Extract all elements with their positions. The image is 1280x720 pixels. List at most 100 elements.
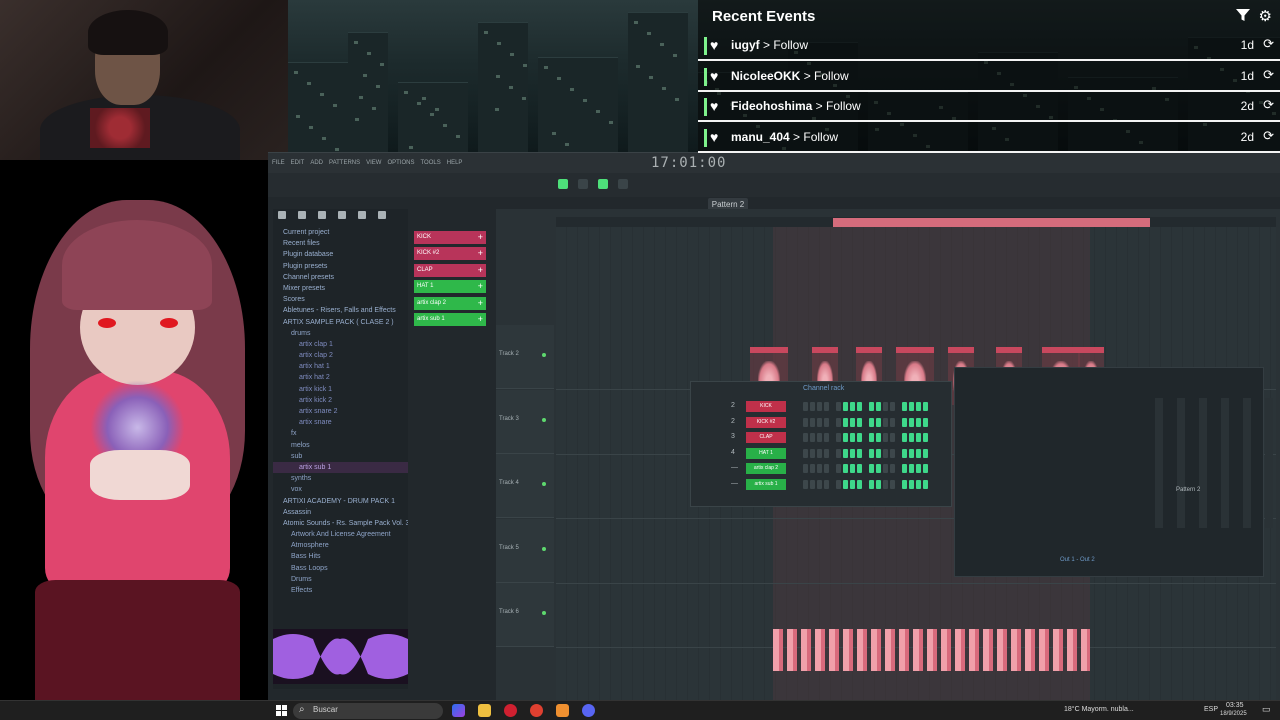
rack-channel-name[interactable]: HAT 1: [746, 447, 786, 459]
browser-item[interactable]: Atmosphere: [273, 540, 408, 551]
rack-row[interactable]: — artix sub 1: [691, 478, 953, 492]
browser-item[interactable]: Drums: [273, 574, 408, 585]
step-button[interactable]: [909, 480, 914, 489]
replay-icon[interactable]: ⟳: [1263, 128, 1274, 144]
browser-item[interactable]: artix hat 1: [273, 361, 408, 372]
step-button[interactable]: [803, 402, 808, 411]
browser-tab-icon[interactable]: [358, 211, 366, 219]
step-button[interactable]: [890, 417, 895, 427]
step-button[interactable]: [876, 402, 881, 411]
channel-button[interactable]: CLAP +: [414, 263, 486, 277]
rack-channel-name[interactable]: artix sub 1: [746, 479, 786, 490]
mixer-track-number[interactable]: 2: [731, 402, 735, 409]
step-button[interactable]: [803, 417, 808, 427]
browser-item[interactable]: Effects: [273, 585, 408, 596]
step-button[interactable]: [902, 448, 907, 458]
fl-studio-icon[interactable]: [556, 704, 569, 717]
browser-item[interactable]: artix kick 1: [273, 384, 408, 395]
audio-clip[interactable]: [773, 629, 1090, 671]
step-button[interactable]: [923, 448, 928, 458]
browser-item[interactable]: Bass Hits: [273, 551, 408, 562]
step-button[interactable]: [810, 464, 815, 474]
browser-item[interactable]: Current project: [273, 227, 408, 238]
search-box[interactable]: ⌕ Buscar: [293, 703, 443, 719]
step-button[interactable]: [803, 448, 808, 458]
track-enable-icon[interactable]: [542, 353, 546, 357]
step-button[interactable]: [909, 433, 914, 443]
browser-tab-icon[interactable]: [318, 211, 326, 219]
add-icon[interactable]: +: [478, 264, 483, 277]
add-icon[interactable]: +: [478, 280, 483, 293]
step-button[interactable]: [902, 480, 907, 489]
step-button[interactable]: [843, 417, 848, 427]
mixer-track-number[interactable]: —: [731, 464, 738, 471]
browser-item[interactable]: artix clap 1: [273, 339, 408, 350]
step-button[interactable]: [843, 480, 848, 489]
step-button[interactable]: [869, 433, 874, 443]
menu-item[interactable]: FILE: [272, 160, 285, 166]
step-button[interactable]: [817, 480, 822, 489]
menu-item[interactable]: ADD: [310, 160, 323, 166]
browser-item[interactable]: Bass Loops: [273, 563, 408, 574]
step-button[interactable]: [923, 480, 928, 489]
rack-channel-name[interactable]: KICK: [746, 401, 786, 412]
step-button[interactable]: [890, 433, 895, 443]
step-button[interactable]: [909, 417, 914, 427]
mixer-track-number[interactable]: 2: [731, 418, 735, 425]
browser-item[interactable]: Assassin: [273, 507, 408, 518]
step-button[interactable]: [803, 464, 808, 474]
step-button[interactable]: [824, 480, 829, 489]
add-icon[interactable]: +: [478, 247, 483, 260]
step-button[interactable]: [817, 464, 822, 474]
channel-button[interactable]: KICK #2 +: [414, 247, 486, 261]
track-enable-icon[interactable]: [542, 546, 546, 551]
track-header[interactable]: Track 2: [496, 325, 554, 389]
step-button[interactable]: [836, 480, 841, 489]
step-button[interactable]: [890, 480, 895, 489]
channel-button[interactable]: HAT 1 +: [414, 280, 486, 294]
step-button[interactable]: [817, 402, 822, 411]
step-button[interactable]: [843, 448, 848, 458]
browser-item[interactable]: Plugin presets: [273, 261, 408, 272]
browser-item[interactable]: Scores: [273, 294, 408, 305]
step-button[interactable]: [883, 417, 888, 427]
replay-icon[interactable]: ⟳: [1263, 36, 1274, 52]
opera-icon[interactable]: [504, 704, 517, 717]
step-button[interactable]: [876, 433, 881, 443]
browser-item[interactable]: fx: [273, 428, 408, 439]
step-button[interactable]: [916, 433, 921, 443]
step-button[interactable]: [869, 402, 874, 411]
step-button[interactable]: [850, 433, 855, 443]
step-button[interactable]: [902, 402, 907, 411]
clock-date[interactable]: 18/9/2025: [1220, 711, 1247, 717]
browser-item[interactable]: ARTIXI ACADEMY - DRUM PACK 1: [273, 496, 408, 507]
step-button[interactable]: [843, 402, 848, 411]
step-button[interactable]: [824, 417, 829, 427]
gear-icon[interactable]: ⚙: [1259, 7, 1272, 25]
mixer-track-number[interactable]: —: [731, 480, 738, 487]
step-button[interactable]: [869, 464, 874, 474]
browser-tab-icon[interactable]: [298, 211, 306, 219]
mixer-fader[interactable]: [1177, 398, 1185, 528]
browser-tab-icon[interactable]: [338, 211, 346, 219]
step-button[interactable]: [869, 480, 874, 489]
step-button[interactable]: [817, 448, 822, 458]
step-button[interactable]: [890, 448, 895, 458]
stop-icon[interactable]: [578, 179, 588, 189]
step-button[interactable]: [857, 433, 862, 443]
step-button[interactable]: [857, 417, 862, 427]
step-button[interactable]: [869, 417, 874, 427]
step-button[interactable]: [916, 480, 921, 489]
browser-item[interactable]: Atomic Sounds - Rs. Sample Pack Vol. 3: [273, 518, 408, 529]
step-button[interactable]: [883, 464, 888, 474]
step-button[interactable]: [916, 417, 921, 427]
browser-item[interactable]: Artwork And License Agreement: [273, 529, 408, 540]
record-icon[interactable]: [598, 179, 608, 189]
play-icon[interactable]: [558, 179, 568, 189]
rack-channel-name[interactable]: artix clap 2: [746, 463, 786, 475]
step-button[interactable]: [909, 402, 914, 411]
step-button[interactable]: [916, 448, 921, 458]
browser-item[interactable]: ARTIX SAMPLE PACK ( CLASE 2 ): [273, 317, 408, 328]
step-button[interactable]: [857, 464, 862, 474]
step-button[interactable]: [803, 433, 808, 443]
